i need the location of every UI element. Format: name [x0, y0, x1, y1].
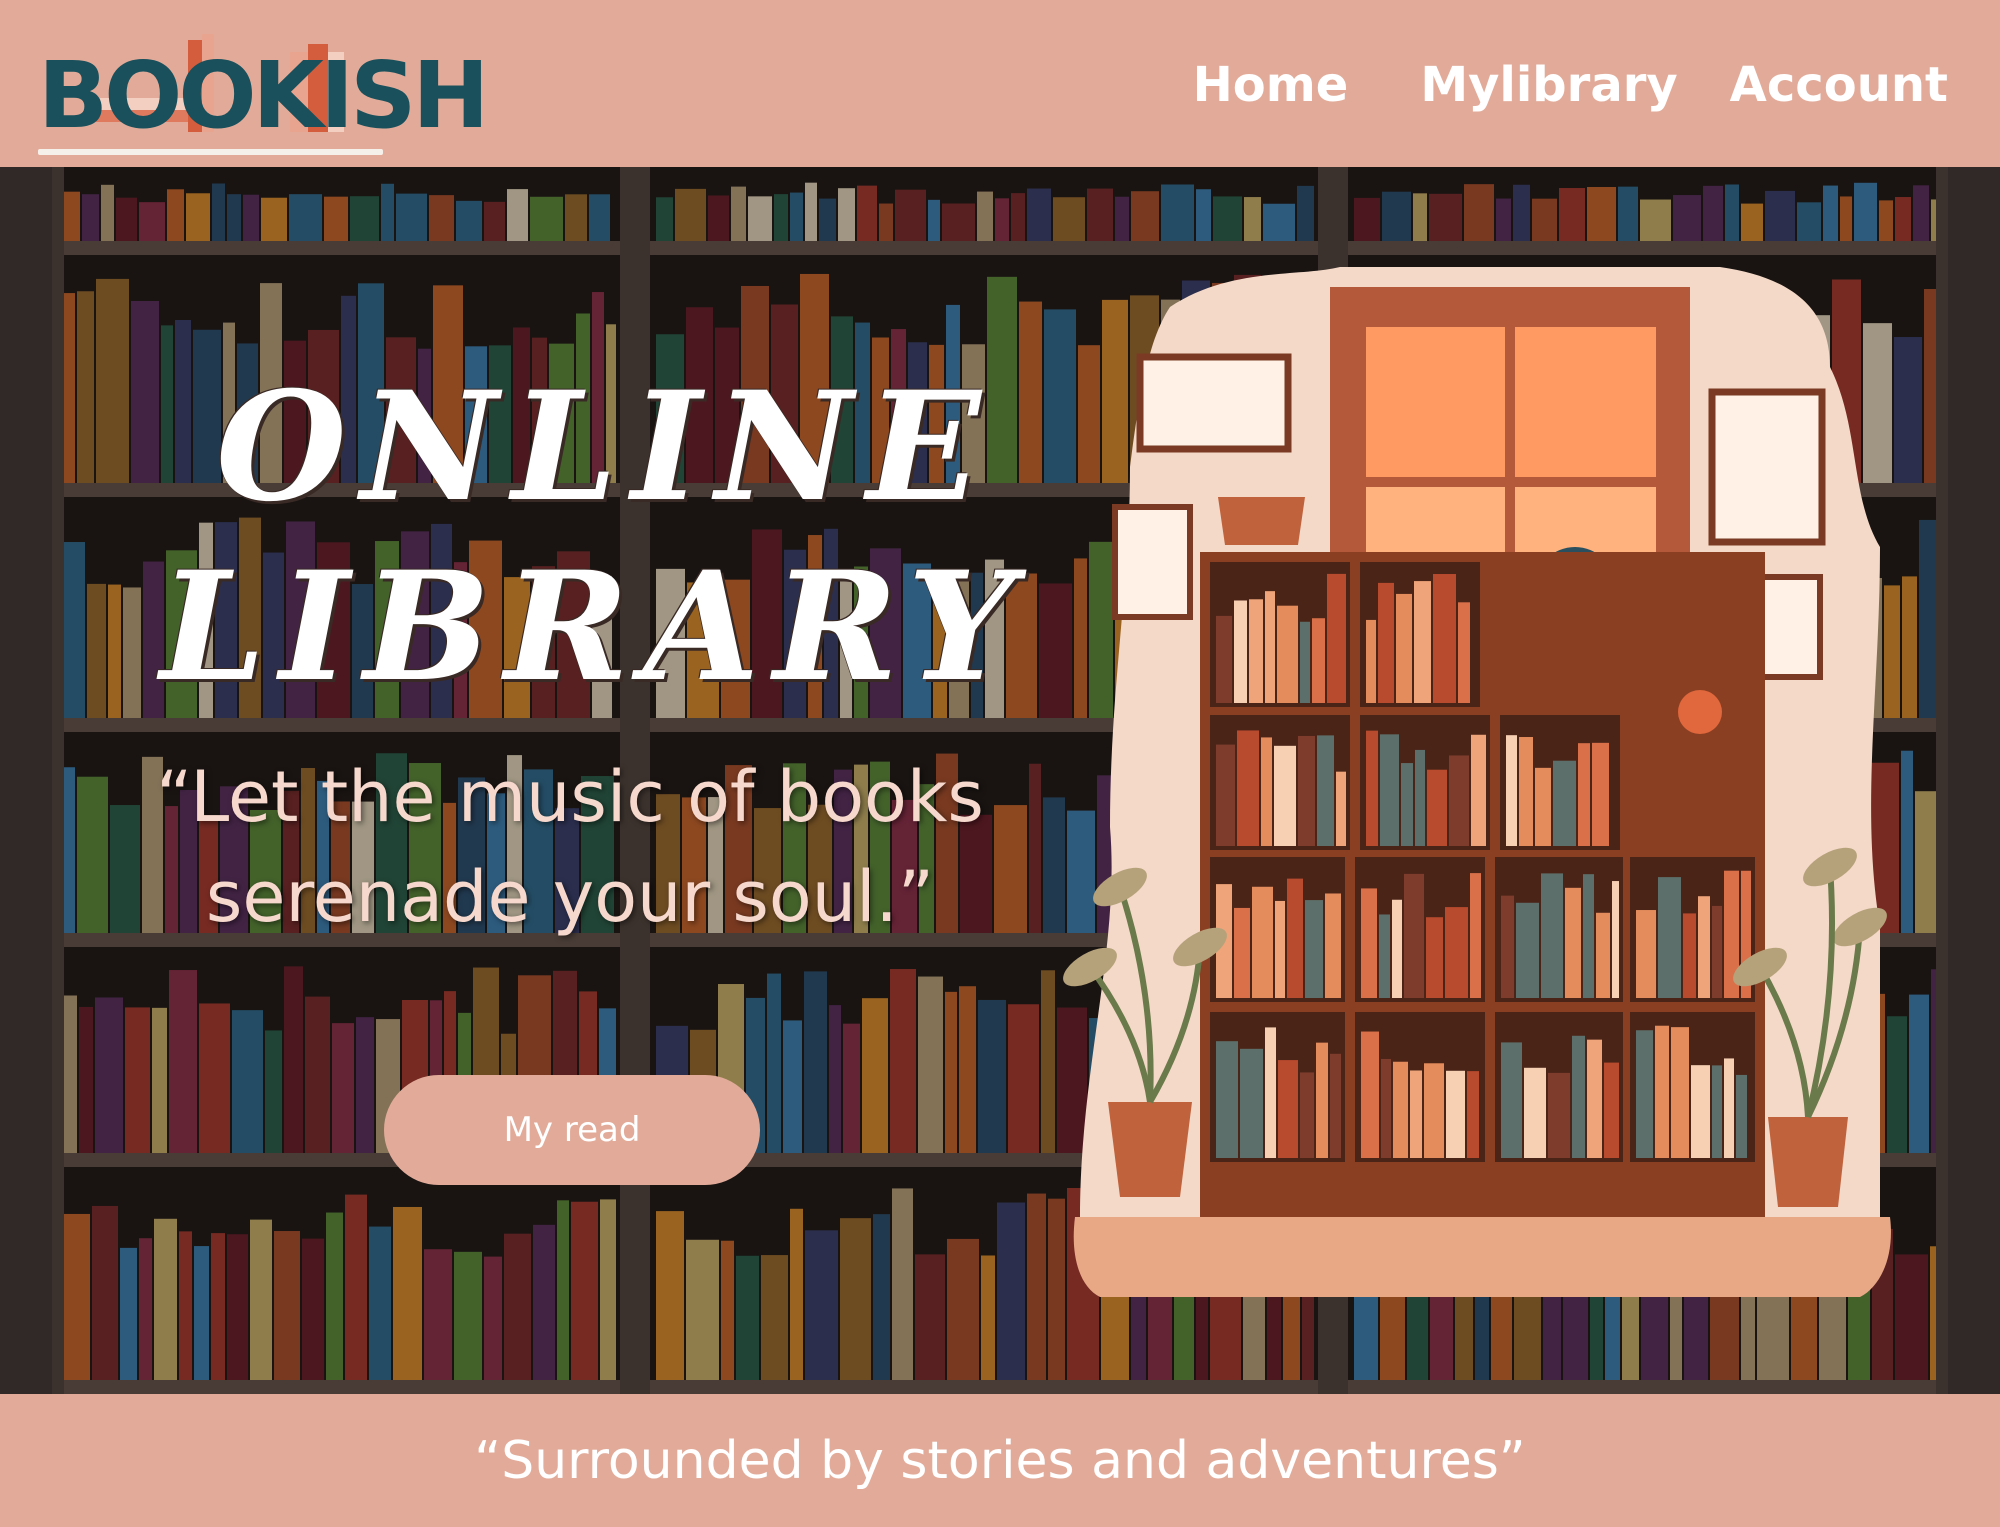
my-read-button[interactable]: My read — [384, 1075, 760, 1185]
nav-home-link[interactable]: Home — [1193, 50, 1349, 120]
site-header: BOOKISH Home Mylibrary Account — [0, 0, 2000, 167]
hero-title-line1: ONLINE — [216, 359, 995, 535]
hero-section: ONLINE LIBRARY “Let the music of books s… — [0, 167, 2000, 1394]
nav-mylibrary-link[interactable]: Mylibrary — [1420, 50, 1677, 120]
bookish-logo[interactable]: BOOKISH — [38, 22, 489, 157]
hero-quote-line2: serenade your soul.” — [205, 856, 935, 938]
footer-tagline: “Surrounded by stories and adventures” — [474, 1430, 1526, 1491]
logo-wordmark: BOOKISH — [38, 42, 489, 149]
site-footer: “Surrounded by stories and adventures” — [0, 1394, 2000, 1527]
logo-shelf — [38, 149, 383, 155]
hero-title: ONLINE LIBRARY — [160, 357, 1040, 717]
nav-account-link[interactable]: Account — [1730, 50, 1948, 120]
main-nav: Home Mylibrary Account — [1193, 50, 1948, 120]
hero-title-line2: LIBRARY — [160, 539, 1029, 715]
hero-quote: “Let the music of books serenade your so… — [110, 747, 1030, 947]
hero-quote-line1: “Let the music of books — [156, 756, 984, 838]
